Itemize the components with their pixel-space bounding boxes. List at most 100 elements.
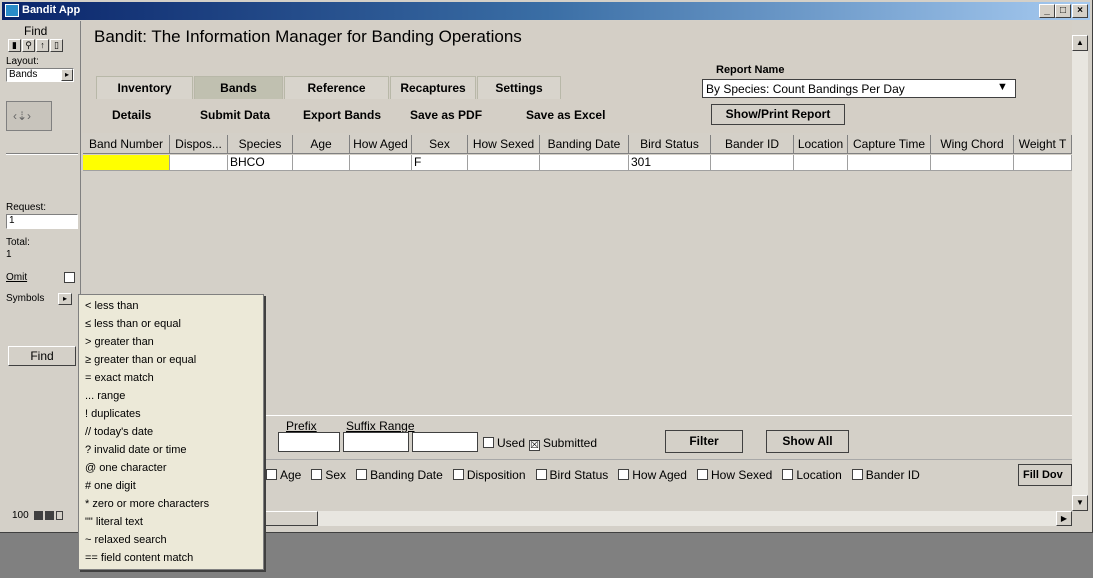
book-icon[interactable]: ‹⇣› xyxy=(6,101,52,131)
show-all-button[interactable]: Show All xyxy=(766,430,849,453)
cell-location[interactable] xyxy=(794,155,848,171)
preview-mode-icon[interactable]: ▯ xyxy=(50,39,63,52)
cell-age[interactable] xyxy=(293,155,350,171)
export-bands-link[interactable]: Export Bands xyxy=(303,108,381,122)
col-location[interactable]: Location xyxy=(794,135,848,154)
find-mode-icon[interactable]: ⚲ xyxy=(22,39,35,52)
symbols-menu-button[interactable]: ▸ xyxy=(58,293,72,305)
fill-bander-id-checkbox[interactable] xyxy=(851,469,863,480)
save-as-pdf-link[interactable]: Save as PDF xyxy=(410,108,482,122)
symbol-field-content-match[interactable]: == field content match xyxy=(85,549,193,567)
cell-how-aged[interactable] xyxy=(350,155,412,171)
browse-mode-icon[interactable]: ▮ xyxy=(8,39,21,52)
fill-bird-status-checkbox[interactable] xyxy=(535,469,547,480)
report-select[interactable]: By Species: Count Bandings Per Day ▼ xyxy=(702,79,1016,98)
tab-inventory[interactable]: Inventory xyxy=(96,76,193,99)
omit-checkbox[interactable] xyxy=(64,272,75,283)
resize-grip-icon[interactable] xyxy=(1072,511,1089,526)
symbol-greater-or-equal[interactable]: ≥ greater than or equal xyxy=(85,351,196,369)
col-wing-chord[interactable]: Wing Chord xyxy=(931,135,1014,154)
fill-sex-checkbox[interactable] xyxy=(311,469,323,480)
fill-option-location[interactable]: Location xyxy=(782,468,842,482)
fill-option-banding-date[interactable]: Banding Date xyxy=(356,468,443,482)
col-weight[interactable]: Weight T xyxy=(1014,135,1072,154)
report-dropdown-icon[interactable]: ▼ xyxy=(997,81,1008,93)
fill-option-how-aged[interactable]: How Aged xyxy=(618,468,687,482)
scroll-right-icon[interactable]: ▶ xyxy=(1056,511,1072,526)
fill-banding-date-checkbox[interactable] xyxy=(356,469,368,480)
scroll-down-icon[interactable]: ▼ xyxy=(1072,495,1088,511)
tab-reference[interactable]: Reference xyxy=(284,76,389,99)
symbol-zero-or-more[interactable]: * zero or more characters xyxy=(85,495,209,513)
symbol-exact-match[interactable]: = exact match xyxy=(85,369,154,387)
symbol-one-digit[interactable]: # one digit xyxy=(85,477,136,495)
cell-weight[interactable] xyxy=(1014,155,1072,171)
symbol-duplicates[interactable]: ! duplicates xyxy=(85,405,141,423)
find-button[interactable]: Find xyxy=(8,346,76,366)
prefix-input[interactable] xyxy=(278,432,340,452)
title-bar[interactable]: Bandit App _ □ × xyxy=(2,2,1090,20)
vertical-scrollbar[interactable]: ▲ ▼ xyxy=(1072,35,1088,511)
cell-how-sexed[interactable] xyxy=(468,155,540,171)
col-bander-id[interactable]: Bander ID xyxy=(711,135,794,154)
filter-button[interactable]: Filter xyxy=(665,430,743,453)
submitted-checkbox[interactable]: ☒ xyxy=(529,440,540,451)
symbol-less-than[interactable]: < less than xyxy=(85,297,139,315)
col-banding-date[interactable]: Banding Date xyxy=(540,135,629,154)
details-link[interactable]: Details xyxy=(112,108,151,122)
cell-species[interactable]: BHCO xyxy=(228,155,293,171)
symbol-one-character[interactable]: @ one character xyxy=(85,459,167,477)
cell-sex[interactable]: F xyxy=(412,155,468,171)
tab-bands[interactable]: Bands xyxy=(194,76,283,99)
status-toggle-icon[interactable] xyxy=(56,511,63,520)
symbol-literal-text[interactable]: "" literal text xyxy=(85,513,143,531)
fill-disposition-checkbox[interactable] xyxy=(452,469,464,480)
cell-capture-time[interactable] xyxy=(848,155,931,171)
fill-option-disposition[interactable]: Disposition xyxy=(452,468,526,482)
cell-disposition[interactable] xyxy=(170,155,228,171)
used-checkbox[interactable] xyxy=(483,437,494,448)
save-as-excel-link[interactable]: Save as Excel xyxy=(526,108,605,122)
minimize-button[interactable]: _ xyxy=(1039,4,1055,18)
zoom-level[interactable]: 100 xyxy=(12,510,29,521)
zoom-controls[interactable] xyxy=(34,511,64,521)
symbol-less-or-equal[interactable]: ≤ less than or equal xyxy=(85,315,181,333)
symbol-todays-date[interactable]: // today's date xyxy=(85,423,153,441)
fill-location-checkbox[interactable] xyxy=(782,469,794,480)
layout-mode-icon[interactable]: ↑ xyxy=(36,39,49,52)
maximize-button[interactable]: □ xyxy=(1055,4,1071,18)
symbol-greater-than[interactable]: > greater than xyxy=(85,333,154,351)
fill-age-checkbox[interactable] xyxy=(266,469,277,480)
cell-wing-chord[interactable] xyxy=(931,155,1014,171)
col-sex[interactable]: Sex xyxy=(412,135,468,154)
symbol-relaxed-search[interactable]: ~ relaxed search xyxy=(85,531,167,549)
show-print-report-button[interactable]: Show/Print Report xyxy=(711,104,845,125)
tab-settings[interactable]: Settings xyxy=(477,76,561,99)
fill-option-bander-id[interactable]: Bander ID xyxy=(851,468,920,482)
scroll-up-icon[interactable]: ▲ xyxy=(1072,35,1088,51)
col-disposition[interactable]: Dispos... xyxy=(170,135,228,154)
col-band-number[interactable]: Band Number xyxy=(83,135,170,154)
fill-option-how-sexed[interactable]: How Sexed xyxy=(696,468,772,482)
col-age[interactable]: Age xyxy=(293,135,350,154)
cell-banding-date[interactable] xyxy=(540,155,629,171)
col-bird-status[interactable]: Bird Status xyxy=(629,135,711,154)
cell-bird-status[interactable]: 301 xyxy=(629,155,711,171)
symbol-invalid-date[interactable]: ? invalid date or time xyxy=(85,441,187,459)
fill-option-age[interactable]: Age xyxy=(266,468,301,482)
submitted-option[interactable]: ☒ Submitted xyxy=(529,436,597,451)
suffix-end-input[interactable] xyxy=(412,432,478,452)
request-number[interactable]: 1 xyxy=(6,214,78,229)
fill-option-sex[interactable]: Sex xyxy=(311,468,346,482)
col-capture-time[interactable]: Capture Time xyxy=(848,135,931,154)
cell-bander-id[interactable] xyxy=(711,155,794,171)
fill-option-bird-status[interactable]: Bird Status xyxy=(535,468,608,482)
suffix-start-input[interactable] xyxy=(343,432,409,452)
zoom-out-icon[interactable] xyxy=(34,511,43,520)
tab-recaptures[interactable]: Recaptures xyxy=(390,76,476,99)
zoom-in-icon[interactable] xyxy=(45,511,54,520)
col-species[interactable]: Species xyxy=(228,135,293,154)
fill-how-sexed-checkbox[interactable] xyxy=(696,469,708,480)
fill-how-aged-checkbox[interactable] xyxy=(618,469,630,480)
symbol-range[interactable]: ... range xyxy=(85,387,125,405)
